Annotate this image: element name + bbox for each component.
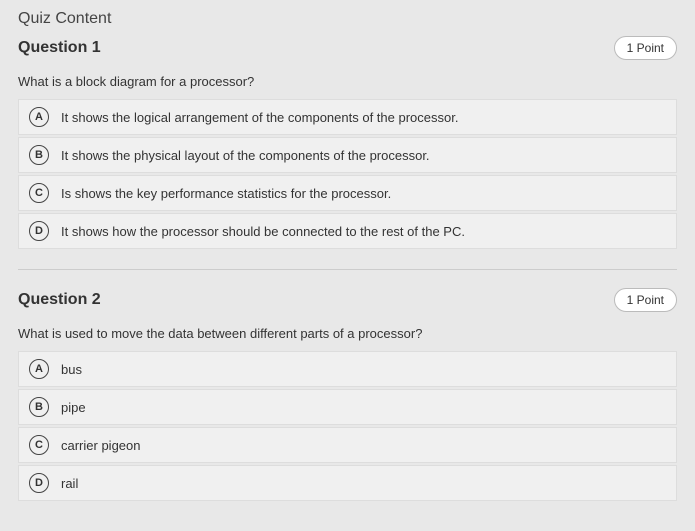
quiz-header: Quiz Content <box>18 10 677 28</box>
option-letter-icon: C <box>29 183 49 203</box>
option-letter-icon: B <box>29 145 49 165</box>
option-text: rail <box>61 476 78 491</box>
option-text: It shows how the processor should be con… <box>61 224 465 239</box>
option-a[interactable]: A It shows the logical arrangement of th… <box>18 99 677 135</box>
question-title: Question 2 <box>18 291 101 309</box>
option-c[interactable]: C Is shows the key performance statistic… <box>18 175 677 211</box>
option-b[interactable]: B It shows the physical layout of the co… <box>18 137 677 173</box>
option-text: pipe <box>61 400 86 415</box>
option-text: Is shows the key performance statistics … <box>61 186 391 201</box>
question-block: Question 1 1 Point What is a block diagr… <box>18 36 677 249</box>
option-letter-icon: D <box>29 473 49 493</box>
option-c[interactable]: C carrier pigeon <box>18 427 677 463</box>
options-list: A It shows the logical arrangement of th… <box>18 99 677 249</box>
divider <box>18 269 677 270</box>
point-badge: 1 Point <box>614 36 677 60</box>
point-badge: 1 Point <box>614 288 677 312</box>
option-b[interactable]: B pipe <box>18 389 677 425</box>
option-letter-icon: D <box>29 221 49 241</box>
question-text: What is used to move the data between di… <box>18 326 677 341</box>
option-d[interactable]: D rail <box>18 465 677 501</box>
option-letter-icon: C <box>29 435 49 455</box>
option-letter-icon: B <box>29 397 49 417</box>
question-title: Question 1 <box>18 39 101 57</box>
option-text: It shows the physical layout of the comp… <box>61 148 430 163</box>
option-a[interactable]: A bus <box>18 351 677 387</box>
options-list: A bus B pipe C carrier pigeon D rail <box>18 351 677 501</box>
option-text: carrier pigeon <box>61 438 141 453</box>
option-text: It shows the logical arrangement of the … <box>61 110 458 125</box>
question-text: What is a block diagram for a processor? <box>18 74 677 89</box>
question-header: Question 2 1 Point <box>18 288 677 312</box>
option-d[interactable]: D It shows how the processor should be c… <box>18 213 677 249</box>
quiz-container: Quiz Content Question 1 1 Point What is … <box>0 0 695 531</box>
option-letter-icon: A <box>29 359 49 379</box>
question-header: Question 1 1 Point <box>18 36 677 60</box>
option-letter-icon: A <box>29 107 49 127</box>
option-text: bus <box>61 362 82 377</box>
question-block: Question 2 1 Point What is used to move … <box>18 288 677 501</box>
